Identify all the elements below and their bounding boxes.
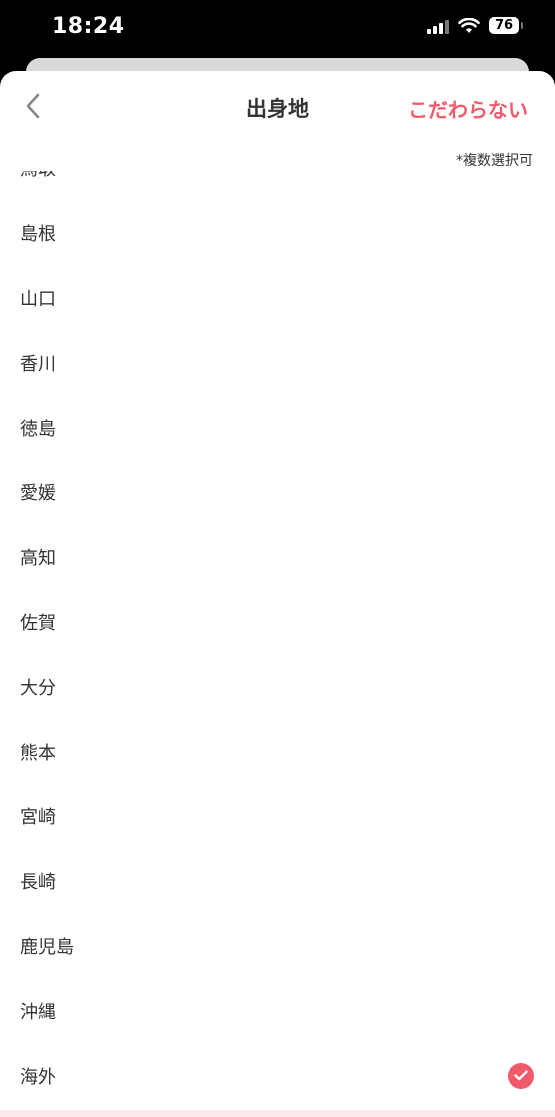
cellular-signal-icon [427,18,449,34]
list-item[interactable]: 香川 [0,330,555,395]
list-item-label: 長崎 [20,872,56,894]
list-item-label: 山口 [20,288,56,310]
wifi-icon [458,17,480,34]
list-item-label: 香川 [20,353,56,375]
list-item[interactable]: 熊本 [0,719,555,784]
modal-sheet: 出身地 こだわらない *複数選択可 鳥取島根山口香川徳島愛媛高知佐賀大分熊本宮崎… [0,71,555,1117]
list-item-label: 徳島 [20,418,56,440]
no-preference-button[interactable]: こだわらない [408,94,528,123]
check-icon [508,1062,534,1089]
battery-icon: 76 [489,17,523,34]
list-item-label: 鹿児島 [20,936,74,958]
list-item[interactable]: 山口 [0,266,555,331]
header: 出身地 こだわらない [0,71,555,145]
list-item[interactable]: 長崎 [0,849,555,914]
status-bar: 18:24 76 [0,0,555,60]
list-item[interactable]: 徳島 [0,395,555,460]
list-item-label: 島根 [20,224,56,246]
list-item[interactable]: 大分 [0,654,555,719]
list-item-label: 大分 [20,677,56,699]
list-item-label: 鳥取 [20,171,56,181]
list-item[interactable]: 鳥取 [0,171,555,201]
list-item[interactable]: 宮崎 [0,784,555,849]
list-item-label: 高知 [20,548,56,570]
list-item[interactable]: 鹿児島 [0,914,555,979]
multiple-selection-note: *複数選択可 [456,153,533,169]
list-item[interactable]: 島根 [0,201,555,266]
list-item[interactable]: 沖縄 [0,978,555,1043]
prefecture-list[interactable]: 鳥取島根山口香川徳島愛媛高知佐賀大分熊本宮崎長崎鹿児島沖縄海外 [0,171,555,1117]
list-item-label: 愛媛 [20,483,56,505]
status-time: 18:24 [52,14,125,39]
list-item-label: 海外 [20,1066,56,1088]
list-item-label: 佐賀 [20,612,56,634]
list-item-label: 熊本 [20,742,56,764]
list-item[interactable]: 佐賀 [0,590,555,655]
bottom-strip [0,1110,555,1117]
list-item[interactable]: 高知 [0,525,555,590]
list-item[interactable]: 愛媛 [0,460,555,525]
list-item[interactable]: 海外 [0,1043,555,1108]
list-item-label: 沖縄 [20,1001,56,1023]
prefecture-list-items: 鳥取島根山口香川徳島愛媛高知佐賀大分熊本宮崎長崎鹿児島沖縄海外 [0,171,555,1108]
list-item-label: 宮崎 [20,807,56,829]
status-icons: 76 [427,17,523,34]
